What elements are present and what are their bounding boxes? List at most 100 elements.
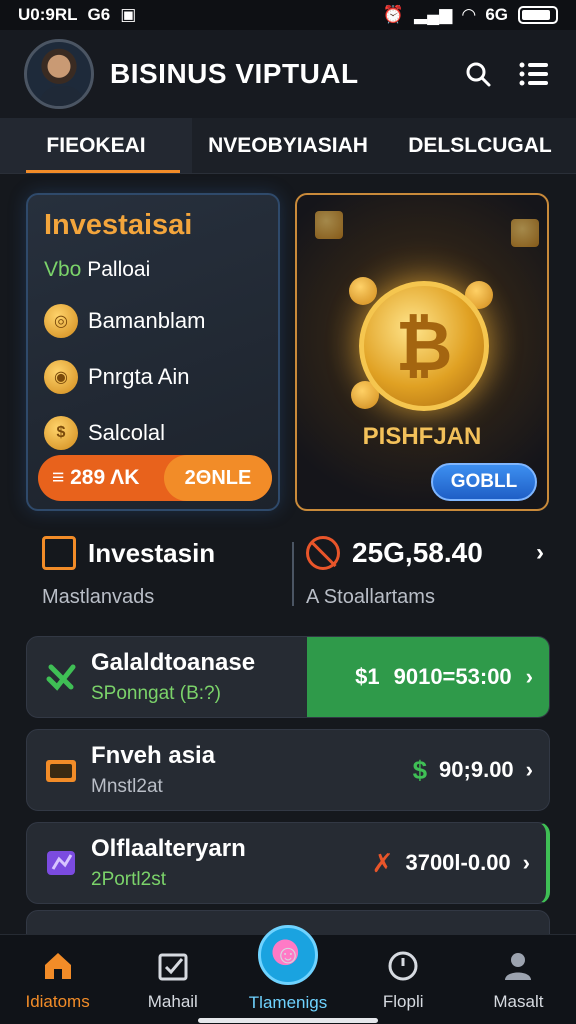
summary-note: A Stoallartams	[306, 586, 435, 608]
nav-label: Idiatoms	[25, 991, 90, 1011]
transaction-sub: SPonngat (B:?)	[91, 683, 221, 704]
transaction-name: Fnveh asia	[91, 742, 216, 769]
tab-delslcugal[interactable]: DELSLCUGAL	[384, 118, 576, 173]
investment-row[interactable]: $ Salcolal	[44, 416, 262, 450]
chevron-right-icon[interactable]: ›	[526, 757, 533, 783]
summary-value: 25G,58.40	[352, 537, 483, 568]
promo-title: PISHFJAN	[362, 423, 482, 450]
nav-item-masalt[interactable]: Masalt	[461, 935, 576, 1024]
notification-icon: ▣	[120, 5, 137, 24]
investment-card[interactable]: Investaisai Vbo Palloai ◎ Bamanblam ◉ Pn…	[26, 193, 280, 511]
transaction-name: Olflaalteryarn	[91, 835, 246, 862]
nav-label: Flopli	[382, 991, 424, 1011]
transaction-amount-group: $ 90;9.00 ›	[413, 755, 549, 786]
transaction-sub: 2Portl2st	[91, 869, 166, 890]
box-icon	[42, 536, 76, 570]
floating-block-icon	[315, 211, 343, 239]
promo-card[interactable]: ₿ PISHFJAN GOBLL	[295, 193, 549, 511]
alarm-icon: ⏰	[382, 5, 405, 24]
chevron-right-icon[interactable]: ›	[523, 850, 530, 876]
summary-right[interactable]: 25G,58.40 › A Stoallartams	[306, 536, 550, 609]
avatar[interactable]	[24, 39, 94, 109]
smiley-fab-icon: ☺	[258, 924, 318, 985]
nav-label: Masalt	[493, 991, 544, 1011]
chart-card-icon	[43, 845, 79, 881]
user-icon	[500, 948, 536, 984]
transaction-name: Galaldtoanase	[91, 649, 256, 676]
small-coin-icon	[349, 277, 377, 305]
nav-item-mahail[interactable]: Mahail	[115, 935, 230, 1024]
subtitle-text: Palloai	[87, 258, 151, 281]
transaction-amount: 90;9.00	[439, 757, 514, 782]
transaction-amount-panel: $1 9010=53:00 ›	[307, 637, 549, 717]
transaction-text: Olflaalteryarn 2Portl2st	[91, 835, 372, 891]
investment-pill: ≡ 289 ΛΚ 2ΘΝLE	[38, 455, 272, 501]
summary-row: Investasin Mastlanvads 25G,58.40 › A Sto…	[26, 530, 550, 622]
investment-row-label: Pnrgta Ain	[88, 364, 190, 389]
status-right: ⏰ ▂▄▆ ◠ 6G	[383, 5, 558, 25]
summary-title: Investasin	[88, 537, 216, 568]
transaction-row[interactable]: Fnveh asia Mnstl2at $ 90;9.00 ›	[26, 729, 550, 811]
chevron-right-icon[interactable]: ›	[536, 539, 550, 567]
transaction-text: Fnveh asia Mnstl2at	[91, 742, 413, 798]
wifi-icon: ◠	[462, 5, 476, 24]
summary-value-row: 25G,58.40 ›	[306, 536, 550, 570]
subtitle-tag: Vbo	[44, 258, 82, 281]
status-bar: U0:9RL G6 ▣ ⏰ ▂▄▆ ◠ 6G	[0, 0, 576, 30]
investment-row-label: Salcolal	[88, 420, 166, 445]
menu-icon[interactable]	[516, 56, 552, 92]
coins-stack-icon: ◉	[44, 360, 78, 394]
home-icon	[40, 948, 76, 984]
transaction-row[interactable]: Olflaalteryarn 2Portl2st ✗ 3700l-0.00 ›	[26, 822, 550, 904]
app-title: BISINUS VIPTUAL	[110, 58, 359, 89]
transaction-row[interactable]: Galaldtoanase SPonngat (B:?) $1 9010=53:…	[26, 636, 550, 718]
investment-row[interactable]: ◎ Bamanblam	[44, 304, 262, 338]
status-time: U0:9RL	[18, 5, 78, 24]
clock-icon	[385, 948, 421, 984]
transaction-sub: Mnstl2at	[91, 776, 163, 797]
tab-bar: FIEOKEAI NVEOBYIASIAH DELSLCUGAL	[0, 118, 576, 174]
investment-row-label: Bamanblam	[88, 308, 206, 333]
pill-amount-button[interactable]: ≡ 289 ΛΚ	[38, 455, 164, 501]
network-label: 6G	[485, 5, 508, 24]
transaction-amount: 3700l-0.00	[405, 850, 511, 875]
summary-divider	[292, 542, 294, 606]
dollar-icon: $	[412, 754, 428, 785]
investment-row[interactable]: ◉ Pnrgta Ain	[44, 360, 262, 394]
transaction-text: Galaldtoanase SPonngat (B:?)	[91, 649, 307, 705]
bitcoin-coin-icon: ₿	[359, 281, 489, 411]
status-left: U0:9RL G6 ▣	[18, 5, 136, 25]
currency-label: $1	[355, 664, 380, 689]
transaction-amount-group: ✗ 3700l-0.00 ›	[372, 848, 546, 879]
promo-button[interactable]: GOBLL	[431, 463, 537, 501]
nav-item-tlamenigs[interactable]: ☺ Tlamenigs	[230, 924, 345, 1024]
nav-item-flopli[interactable]: Flopli	[346, 935, 461, 1024]
check-x-icon	[43, 659, 79, 695]
home-indicator[interactable]	[198, 1018, 378, 1023]
summary-left[interactable]: Investasin Mastlanvads	[42, 536, 215, 609]
bottom-nav: Idiatoms Mahail ☺ Tlamenigs Flopli Masal…	[0, 924, 576, 1024]
tab-nveobyiasiah[interactable]: NVEOBYIASIAH	[192, 118, 384, 173]
search-icon[interactable]	[460, 56, 496, 92]
nav-label: Tlamenigs	[248, 992, 328, 1012]
checkbox-icon	[155, 948, 191, 984]
nav-item-idiatoms[interactable]: Idiatoms	[0, 935, 115, 1024]
investment-card-title: Investaisai	[44, 209, 193, 241]
summary-subtitle: Mastlanvads	[42, 586, 155, 608]
ban-icon	[306, 536, 340, 570]
signal-icon: ▂▄▆	[414, 5, 453, 24]
dollar-coin-icon: $	[44, 416, 78, 450]
coin-icon: ◎	[44, 304, 78, 338]
status-carrier: G6	[87, 5, 111, 24]
app-header: BISINUS VIPTUAL	[0, 30, 576, 118]
nav-label: Mahail	[147, 991, 198, 1011]
tab-fieokeai[interactable]: FIEOKEAI	[0, 118, 192, 173]
summary-title-row: Investasin	[42, 536, 215, 570]
chevron-right-icon[interactable]: ›	[526, 664, 533, 690]
wallet-icon	[43, 752, 79, 788]
floating-block-icon	[511, 219, 539, 247]
pill-action-button[interactable]: 2ΘΝLE	[164, 455, 272, 501]
battery-icon	[518, 6, 558, 24]
cross-icon: ✗	[371, 847, 394, 878]
investment-card-subtitle: Vbo Palloai	[44, 258, 262, 282]
